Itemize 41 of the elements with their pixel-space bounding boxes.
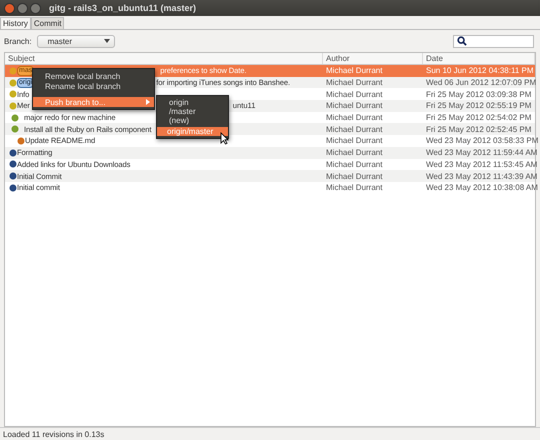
date-cell[interactable]: Wed 23 May 2012 11:43:39 AM	[423, 172, 538, 181]
date-cell[interactable]: Wed 23 May 2012 11:53:45 AM	[423, 160, 538, 169]
author-cell-text: Michael Durrant	[325, 136, 384, 146]
date-cell[interactable]: Fri 25 May 2012 02:55:19 PM	[423, 101, 535, 110]
search-icon	[457, 36, 467, 46]
menu-item[interactable]: Remove local branch	[33, 71, 154, 81]
status-text: Loaded 11 revisions in 0.13s	[3, 430, 104, 438]
author-cell-text: Michael Durrant	[325, 66, 384, 76]
author-cell-text: Michael Durrant	[325, 101, 384, 110]
author-cell-text: Michael Durrant	[325, 172, 384, 181]
submenu-arrow-icon	[146, 99, 150, 105]
column-header[interactable]: Date	[423, 53, 535, 64]
author-cell-text: Michael Durrant	[325, 90, 384, 99]
date-cell[interactable]: Wed 23 May 2012 11:59:44 AM	[423, 148, 538, 158]
menu-item[interactable]: origin /master (new)	[169, 98, 203, 125]
date-cell[interactable]: Fri 25 May 2012 02:54:02 PM	[423, 113, 535, 122]
author-cell-text: Michael Durrant	[325, 124, 384, 134]
minimize-icon[interactable]	[17, 2, 28, 14]
branch-dropdown[interactable]: master	[36, 34, 115, 48]
branch-label: Branch:	[4, 36, 32, 46]
maximize-icon[interactable]	[30, 2, 41, 14]
column-header[interactable]: Author	[323, 53, 423, 64]
author-cell-text: Michael Durrant	[325, 148, 384, 158]
tab[interactable]: Commit	[30, 17, 64, 29]
date-cell[interactable]: Wed 23 May 2012 10:38:08 AM	[423, 183, 538, 192]
author-cell-text: Michael Durrant	[325, 160, 384, 169]
close-icon[interactable]	[4, 2, 15, 14]
author-cell-text: Michael Durrant	[325, 78, 384, 88]
search-field[interactable]	[453, 34, 534, 48]
window-title: gitg - rails3_on_ubuntu11 (master)	[49, 3, 196, 13]
column-header[interactable]: Subject	[5, 53, 323, 64]
tab[interactable]: History	[0, 17, 31, 29]
date-cell[interactable]: Fri 25 May 2012 03:09:38 PM	[423, 90, 535, 99]
date-cell[interactable]: Wed 06 Jun 2012 12:07:09 PM	[423, 78, 536, 88]
date-cell[interactable]: Wed 23 May 2012 03:58:33 PM	[423, 136, 538, 146]
mouse-pointer-icon	[220, 132, 229, 145]
menu-item[interactable]: Rename local branch	[33, 81, 154, 91]
author-cell-text: Michael Durrant	[325, 113, 384, 122]
author-cell-text: Michael Durrant	[325, 183, 384, 192]
caret-icon	[104, 39, 110, 43]
date-cell[interactable]: Fri 25 May 2012 02:52:45 PM	[423, 124, 535, 134]
